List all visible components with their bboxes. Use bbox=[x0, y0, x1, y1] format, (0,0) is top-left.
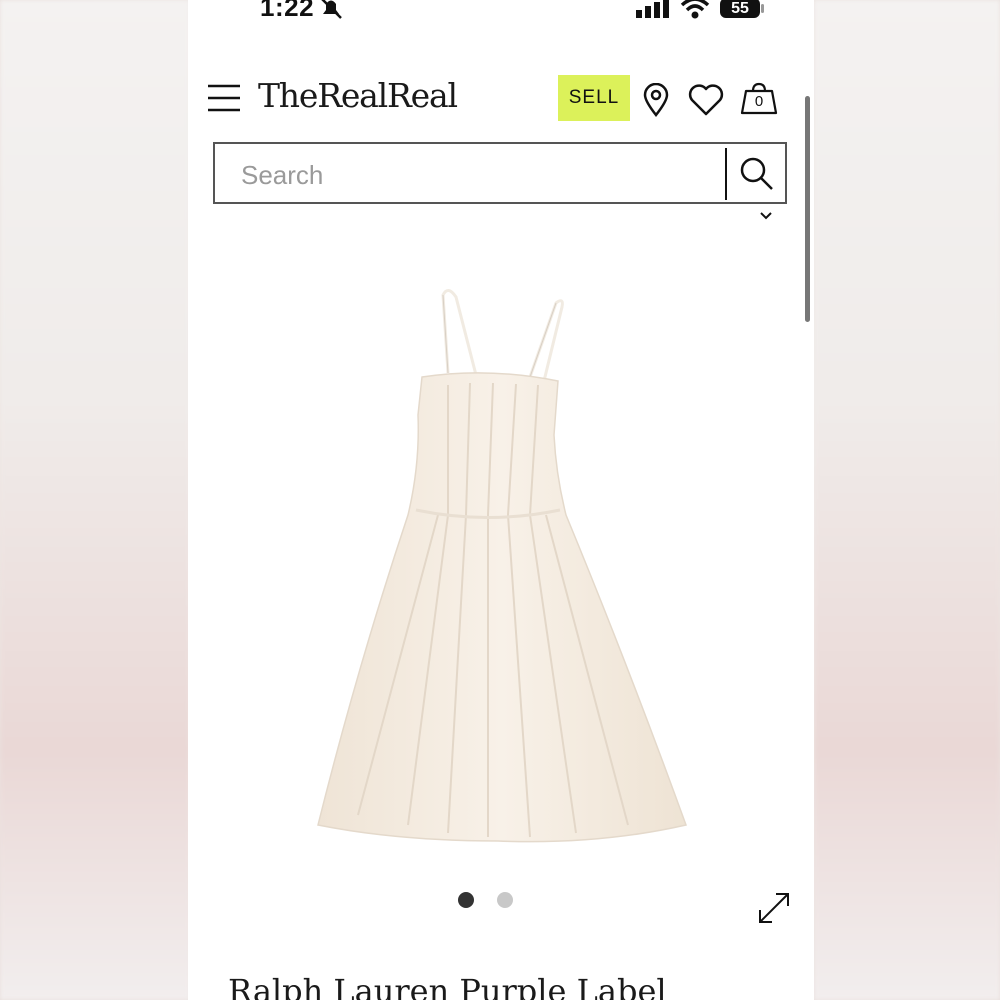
status-time: 1:22 bbox=[260, 0, 315, 22]
search-bar bbox=[213, 142, 787, 204]
wifi-icon bbox=[680, 0, 710, 19]
carousel-dot-2[interactable] bbox=[497, 892, 513, 908]
bell-slash-icon bbox=[321, 0, 342, 19]
product-image[interactable] bbox=[298, 285, 698, 845]
chevron-down-icon[interactable] bbox=[760, 212, 772, 220]
search-divider bbox=[725, 148, 727, 200]
scrollbar[interactable] bbox=[805, 96, 810, 322]
background-left bbox=[0, 0, 190, 1000]
carousel-dot-1-active[interactable] bbox=[458, 892, 474, 908]
location-pin-icon[interactable] bbox=[643, 83, 669, 117]
sell-button[interactable]: SELL bbox=[558, 75, 630, 121]
shopping-bag[interactable]: 0 bbox=[740, 82, 778, 116]
expand-icon[interactable] bbox=[756, 890, 792, 926]
phone-screen: 1:22 55 TheRealReal SELL 0 Search Ralph … bbox=[188, 0, 814, 1000]
signal-icon bbox=[636, 0, 669, 18]
product-title: Ralph Lauren Purple Label bbox=[228, 972, 667, 1000]
search-input[interactable] bbox=[239, 154, 713, 196]
background-right bbox=[814, 0, 1000, 1000]
search-icon[interactable] bbox=[739, 156, 775, 192]
heart-icon[interactable] bbox=[688, 84, 724, 116]
menu-icon[interactable] bbox=[208, 84, 240, 112]
site-logo[interactable]: TheRealReal bbox=[258, 76, 458, 115]
battery-level: 55 bbox=[720, 0, 760, 18]
bag-count: 0 bbox=[754, 93, 764, 110]
battery-cap bbox=[761, 4, 764, 13]
